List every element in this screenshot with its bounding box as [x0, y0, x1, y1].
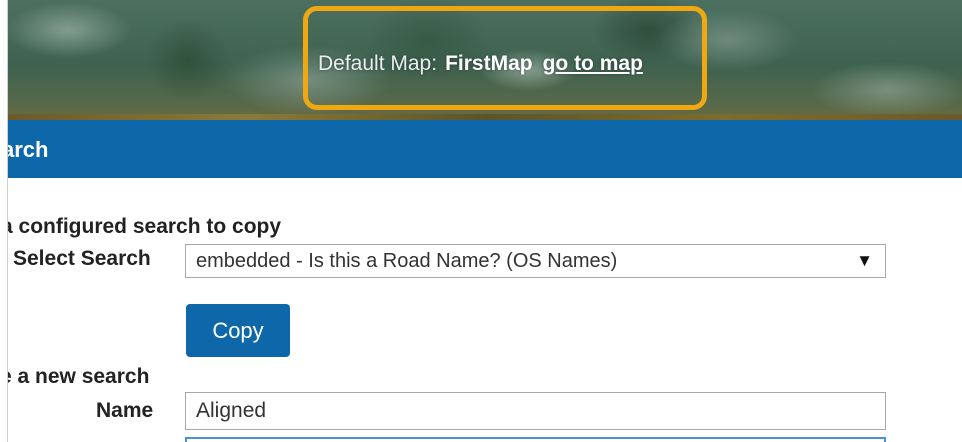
left-edge-divider — [0, 0, 8, 442]
search-form: a configured search to copy Select Searc… — [0, 178, 962, 442]
next-field-input[interactable] — [185, 437, 886, 442]
copy-button[interactable]: Copy — [186, 304, 290, 357]
select-search-dropdown[interactable]: embedded - Is this a Road Name? (OS Name… — [185, 244, 886, 278]
section-title: arch — [2, 137, 49, 162]
highlight-annotation — [303, 6, 707, 110]
name-input-value: Aligned — [196, 399, 267, 422]
section-header-bar: arch — [2, 120, 962, 178]
select-search-value: embedded - Is this a Road Name? (OS Name… — [196, 249, 618, 272]
dropdown-arrow-icon: ▼ — [856, 251, 873, 270]
name-input[interactable]: Aligned — [185, 392, 886, 430]
select-search-label: Select Search — [13, 247, 151, 270]
page: Default Map: FirstMap go to map arch a c… — [0, 0, 962, 442]
new-search-heading: e a new search — [0, 365, 150, 388]
copy-search-heading: a configured search to copy — [1, 215, 282, 238]
name-label: Name — [96, 399, 154, 422]
